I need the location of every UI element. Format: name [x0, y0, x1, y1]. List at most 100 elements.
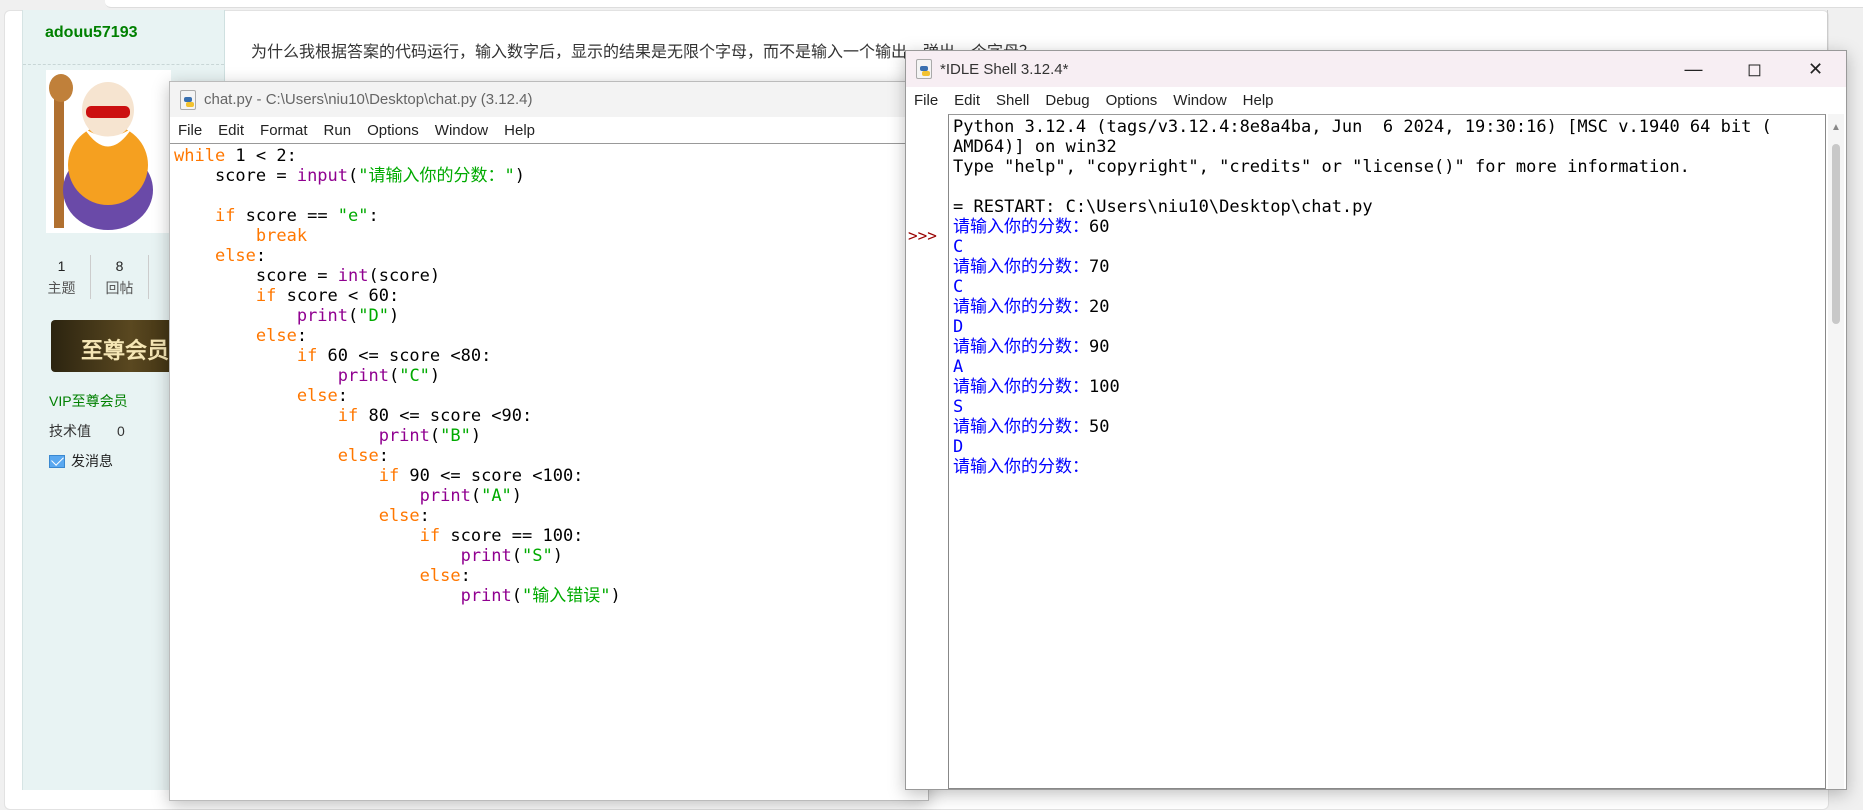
- menu-shell[interactable]: Shell: [996, 92, 1029, 109]
- menu-edit[interactable]: Edit: [954, 92, 980, 109]
- code-token: ): [514, 166, 525, 186]
- menu-file[interactable]: File: [178, 122, 202, 139]
- code-token: "请输入你的分数：": [358, 166, 515, 186]
- code-token: if: [296, 346, 318, 366]
- menu-window[interactable]: Window: [1173, 92, 1226, 109]
- shell-line: 请输入你的分数：: [953, 457, 1821, 477]
- code-token: print: [419, 486, 471, 506]
- vertical-scrollbar[interactable]: ▲: [1828, 114, 1844, 789]
- shell-line: 请输入你的分数：70: [953, 257, 1821, 277]
- shell-line: 请输入你的分数：100: [953, 377, 1821, 397]
- stat-replies[interactable]: 8 回帖: [91, 255, 149, 299]
- code-token: 90 <= score <100:: [399, 466, 584, 486]
- output-text: A: [953, 357, 964, 377]
- code-line: print("A"): [174, 486, 924, 506]
- code-line: if score < 60:: [174, 286, 924, 306]
- code-line: else:: [174, 246, 924, 266]
- code-line: print("输入错误"): [174, 586, 924, 606]
- code-token: if: [337, 406, 359, 426]
- output-text: = RESTART: C:\Users\niu10\Desktop\chat.p…: [953, 197, 1373, 217]
- close-icon[interactable]: ✕: [1785, 59, 1846, 80]
- menu-run[interactable]: Run: [324, 122, 352, 139]
- shell-line: Type "help", "copyright", "credits" or "…: [953, 157, 1821, 177]
- send-message-link[interactable]: 发消息: [49, 451, 113, 471]
- code-token: "B": [440, 426, 471, 446]
- editor-title-bar[interactable]: chat.py - C:\Users\niu10\Desktop\chat.py…: [170, 82, 928, 117]
- code-token: :: [296, 326, 308, 346]
- menu-window[interactable]: Window: [435, 122, 488, 139]
- code-token: ): [610, 586, 621, 606]
- menu-file[interactable]: File: [914, 92, 938, 109]
- input-prompt: 请输入你的分数：: [953, 337, 1089, 357]
- output-text: Python 3.12.4 (tags/v3.12.4:8e8a4ba, Jun…: [953, 117, 1772, 137]
- input-prompt: 请输入你的分数：: [953, 417, 1089, 437]
- tech-value: 技术值 0: [49, 423, 125, 439]
- vip-label[interactable]: VIP至尊会员: [49, 391, 128, 411]
- code-token: else: [214, 246, 256, 266]
- input-prompt: 请输入你的分数：: [953, 217, 1089, 237]
- minimize-icon[interactable]: —: [1663, 59, 1724, 80]
- menu-format[interactable]: Format: [260, 122, 308, 139]
- avatar[interactable]: [46, 70, 171, 233]
- prompt-gutter: >>>: [906, 114, 948, 789]
- code-token: "输入错误": [522, 586, 611, 606]
- code-token: ): [429, 366, 441, 386]
- code-token: score =: [174, 166, 297, 186]
- input-prompt: 请输入你的分数：: [953, 257, 1089, 277]
- input-prompt: 请输入你的分数：: [953, 377, 1089, 397]
- code-token: else: [378, 506, 420, 526]
- shell-output[interactable]: Python 3.12.4 (tags/v3.12.4:8e8a4ba, Jun…: [948, 114, 1826, 789]
- menu-options[interactable]: Options: [1106, 92, 1158, 109]
- maximize-icon[interactable]: ◻: [1724, 59, 1785, 80]
- code-editor[interactable]: while 1 < 2: score = input("请输入你的分数：") i…: [170, 144, 928, 608]
- code-token: else: [419, 566, 461, 586]
- code-token: score == 100:: [440, 526, 584, 546]
- shell-line: 请输入你的分数：90: [953, 337, 1821, 357]
- code-token: ): [511, 486, 523, 506]
- menu-options[interactable]: Options: [367, 122, 419, 139]
- input-prompt: 请输入你的分数：: [953, 297, 1089, 317]
- stat-topics[interactable]: 1 主题: [33, 255, 91, 299]
- shell-title-bar[interactable]: *IDLE Shell 3.12.4* — ◻ ✕: [906, 51, 1846, 87]
- user-input: 70: [1089, 257, 1110, 277]
- shell-prompt: >>>: [908, 226, 937, 245]
- idle-shell-window: *IDLE Shell 3.12.4* — ◻ ✕ File Edit Shell D…: [905, 50, 1847, 790]
- code-token: :: [337, 386, 349, 406]
- code-token: (: [348, 306, 359, 326]
- scrollbar-thumb[interactable]: [1832, 144, 1840, 324]
- shell-line: 请输入你的分数：20: [953, 297, 1821, 317]
- code-token: 80 <= score <90:: [358, 406, 533, 426]
- code-token: int: [337, 266, 369, 286]
- code-token: else: [296, 386, 338, 406]
- code-token: "S": [522, 546, 553, 566]
- code-token: score < 60:: [276, 286, 400, 306]
- menu-debug[interactable]: Debug: [1045, 92, 1089, 109]
- shell-line: C: [953, 277, 1821, 297]
- menu-help[interactable]: Help: [504, 122, 535, 139]
- code-token: ): [470, 426, 482, 446]
- menu-edit[interactable]: Edit: [218, 122, 244, 139]
- code-token: "e": [337, 206, 369, 226]
- code-token: :: [378, 446, 389, 466]
- menu-help[interactable]: Help: [1243, 92, 1274, 109]
- username-link[interactable]: adouu57193: [45, 24, 137, 42]
- code-line: print("C"): [174, 366, 924, 386]
- shell-line: 请输入你的分数：60: [953, 217, 1821, 237]
- code-line: else:: [174, 386, 924, 406]
- scroll-up-icon[interactable]: ▲: [1828, 122, 1844, 133]
- output-text: D: [953, 437, 964, 457]
- code-token: "D": [358, 306, 389, 326]
- idle-editor-window: chat.py - C:\Users\niu10\Desktop\chat.py…: [169, 81, 929, 801]
- code-line: else:: [174, 446, 924, 466]
- code-token: if: [255, 286, 277, 306]
